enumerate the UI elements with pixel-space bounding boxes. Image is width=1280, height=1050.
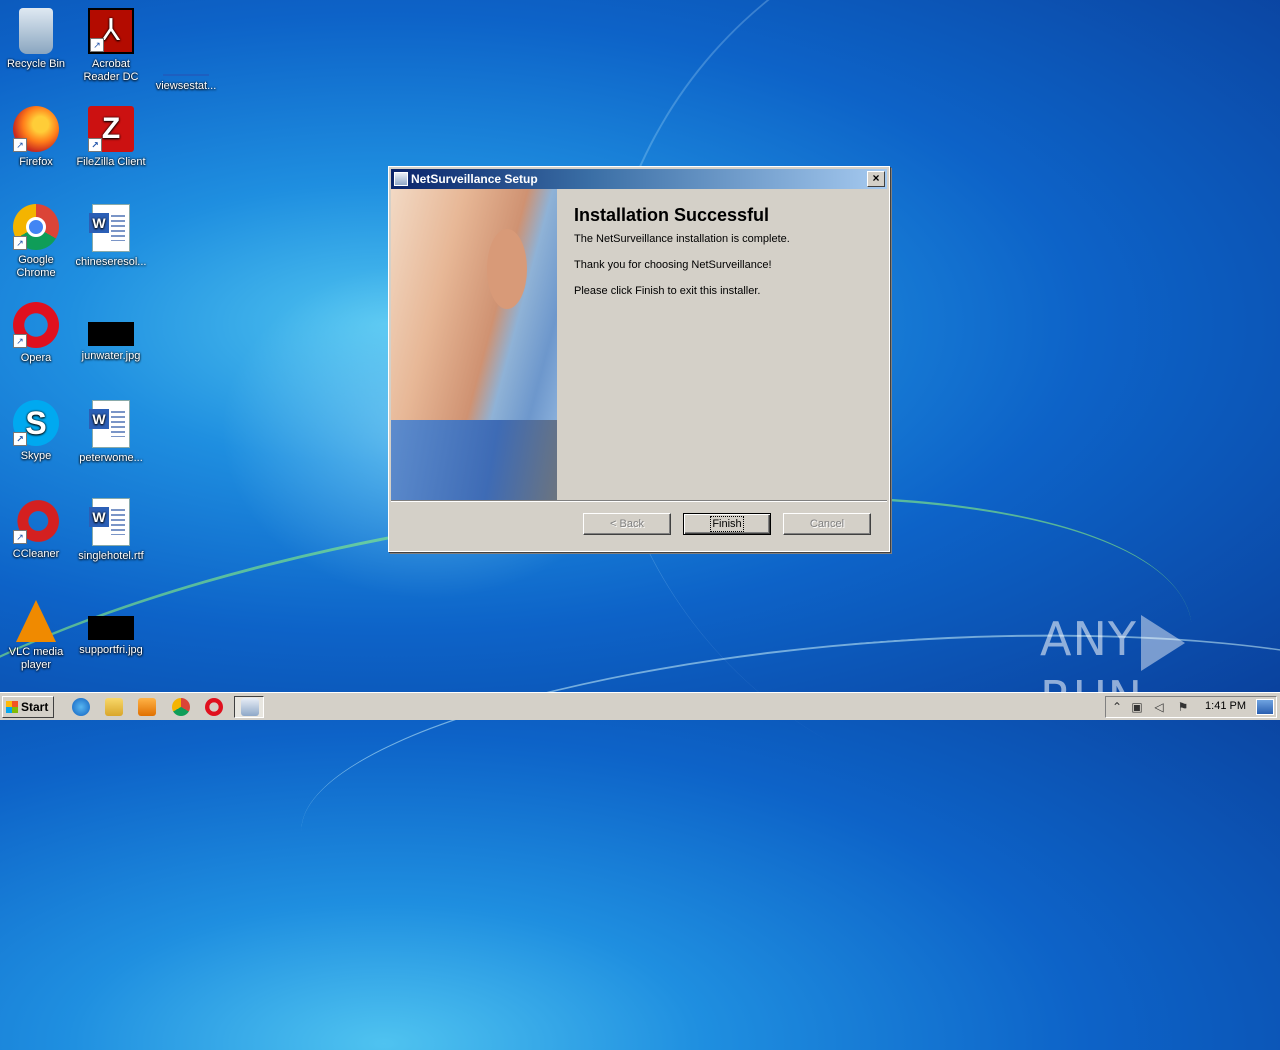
setup-taskbar-icon bbox=[241, 698, 259, 716]
desktop-icon-opera[interactable]: ↗ Opera bbox=[0, 302, 74, 365]
taskbar: Start ⌃ ▣ ◁ ⚑ 1:41 PM bbox=[0, 692, 1280, 720]
dialog-separator bbox=[391, 500, 887, 502]
windows-logo-icon bbox=[6, 701, 18, 713]
shortcut-arrow-icon: ↗ bbox=[13, 530, 27, 544]
start-button[interactable]: Start bbox=[2, 696, 54, 718]
installer-side-image bbox=[391, 189, 557, 500]
word-document-icon: W bbox=[89, 400, 130, 448]
taskbar-item-netsurveillance-setup[interactable] bbox=[234, 696, 264, 718]
chrome-icon: ↗ bbox=[13, 204, 59, 250]
image-file-icon bbox=[88, 322, 134, 346]
media-player-icon[interactable] bbox=[138, 698, 156, 716]
file-icon bbox=[163, 28, 209, 76]
word-document-icon: W bbox=[89, 204, 130, 252]
file-explorer-icon[interactable] bbox=[105, 698, 123, 716]
shortcut-arrow-icon: ↗ bbox=[13, 432, 27, 446]
volume-icon[interactable]: ◁ bbox=[1152, 700, 1166, 714]
complete-message: The NetSurveillance installation is comp… bbox=[574, 233, 790, 245]
dialog-content: Installation Successful The NetSurveilla… bbox=[574, 205, 879, 298]
desktop-icon-label: singlehotel.rtf bbox=[78, 550, 144, 562]
filezilla-icon: Z ↗ bbox=[88, 106, 134, 152]
recycle-bin-icon bbox=[19, 8, 53, 54]
desktop-icon-label: Firefox bbox=[19, 156, 53, 168]
thanks-message: Thank you for choosing NetSurveillance! bbox=[574, 259, 772, 271]
opera-icon: ↗ bbox=[13, 302, 59, 348]
desktop-icon-label: supportfri.jpg bbox=[79, 644, 143, 656]
shortcut-arrow-icon: ↗ bbox=[13, 138, 27, 152]
installation-heading: Installation Successful bbox=[574, 205, 770, 225]
desktop-icon-firefox[interactable]: ↗ Firefox bbox=[0, 106, 74, 169]
finish-button[interactable]: Finish bbox=[683, 513, 771, 535]
ccleaner-icon: ↗ bbox=[13, 498, 59, 544]
word-document-icon: W bbox=[89, 498, 130, 546]
taskbar-clock[interactable]: 1:41 PM bbox=[1205, 700, 1246, 712]
desktop-icon-supportfri[interactable]: supportfri.jpg bbox=[73, 596, 149, 657]
desktop-icon-singlehotel[interactable]: W singlehotel.rtf bbox=[73, 498, 149, 563]
desktop-icon-vlc[interactable]: VLC media player bbox=[0, 596, 74, 672]
desktop-icon-peterwome[interactable]: W peterwome... bbox=[73, 400, 149, 465]
desktop-icon-junwater[interactable]: junwater.jpg bbox=[73, 302, 149, 363]
dialog-title: NetSurveillance Setup bbox=[411, 172, 538, 186]
shortcut-arrow-icon: ↗ bbox=[88, 138, 102, 152]
setup-app-icon bbox=[394, 172, 408, 186]
exit-instructions: Please click Finish to exit this install… bbox=[574, 285, 761, 297]
desktop-icon-label: chineseresol... bbox=[75, 256, 147, 268]
close-button[interactable]: × bbox=[867, 171, 885, 187]
desktop-icon-label: Acrobat Reader DC bbox=[83, 58, 139, 83]
skype-icon: S ↗ bbox=[13, 400, 59, 446]
shortcut-arrow-icon: ↗ bbox=[13, 334, 27, 348]
desktop-icon-chrome[interactable]: ↗ Google Chrome bbox=[0, 204, 74, 280]
play-icon bbox=[1140, 614, 1185, 671]
desktop-icon-label: peterwome... bbox=[79, 452, 143, 464]
show-hidden-icons-icon[interactable]: ⌃ bbox=[1110, 700, 1124, 714]
desktop-icon-label: FileZilla Client bbox=[76, 156, 146, 168]
firefox-icon: ↗ bbox=[13, 106, 59, 152]
show-desktop-button[interactable] bbox=[1256, 699, 1274, 715]
desktop-icon-label: VLC media player bbox=[8, 646, 64, 671]
desktop-icon-acrobat[interactable]: ⅄ ↗ Acrobat Reader DC bbox=[73, 8, 149, 84]
setup-dialog: NetSurveillance Setup × Installation Suc… bbox=[388, 166, 890, 552]
network-icon[interactable]: ▣ bbox=[1130, 700, 1144, 714]
desktop-icon-label: junwater.jpg bbox=[81, 350, 141, 362]
system-tray: ⌃ ▣ ◁ ⚑ 1:41 PM bbox=[1105, 696, 1277, 718]
desktop-icon-label: Recycle Bin bbox=[6, 58, 66, 70]
desktop-icon-chineseresol[interactable]: W chineseresol... bbox=[73, 204, 149, 269]
chrome-taskbar-icon[interactable] bbox=[172, 698, 190, 716]
desktop-icon-label: Opera bbox=[20, 352, 52, 364]
shortcut-arrow-icon: ↗ bbox=[90, 38, 104, 52]
acrobat-icon: ⅄ ↗ bbox=[88, 8, 134, 54]
desktop-icon-recycle-bin[interactable]: Recycle Bin bbox=[0, 8, 74, 71]
action-center-flag-icon[interactable]: ⚑ bbox=[1176, 700, 1190, 714]
desktop-icon-skype[interactable]: S ↗ Skype bbox=[0, 400, 74, 463]
watermark-left: ANY bbox=[1040, 612, 1137, 666]
desktop-icon-viewsestat[interactable]: viewsestat... bbox=[148, 8, 224, 93]
start-label: Start bbox=[21, 700, 49, 714]
desktop-icon-label: Google Chrome bbox=[16, 254, 56, 279]
desktop-icon-label: viewsestat... bbox=[155, 80, 217, 92]
back-button[interactable]: < Back bbox=[583, 513, 671, 535]
internet-explorer-icon[interactable] bbox=[72, 698, 90, 716]
cancel-button[interactable]: Cancel bbox=[783, 513, 871, 535]
desktop-icon-label: CCleaner bbox=[12, 548, 60, 560]
opera-taskbar-icon[interactable] bbox=[205, 698, 223, 716]
desktop-icon-ccleaner[interactable]: ↗ CCleaner bbox=[0, 498, 74, 561]
dialog-titlebar[interactable]: NetSurveillance Setup × bbox=[391, 169, 887, 189]
shortcut-arrow-icon: ↗ bbox=[13, 236, 27, 250]
vlc-icon bbox=[16, 600, 56, 642]
desktop-icon-label: Skype bbox=[20, 450, 52, 462]
finish-button-label: Finish bbox=[710, 516, 744, 532]
desktop-icon-filezilla[interactable]: Z ↗ FileZilla Client bbox=[73, 106, 149, 169]
image-file-icon bbox=[88, 616, 134, 640]
